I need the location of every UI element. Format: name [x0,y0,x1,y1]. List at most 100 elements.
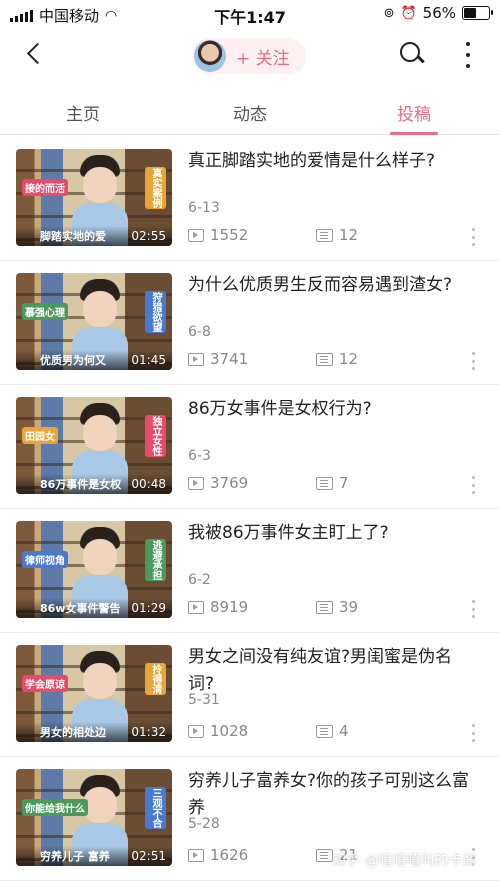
video-title[interactable]: 真正脚踏实地的爱情是什么样子? [188,148,478,175]
thumbnail-tag: 接的而活 [22,179,68,196]
tab-posts[interactable]: 投稿 [364,100,464,125]
comment-count: 7 [316,474,349,492]
video-date: 6-3 [188,448,211,464]
thumbnail-caption: 穷养儿子 富养 [40,850,110,863]
view-count: 1552 [188,226,248,244]
thumbnail-tag: 真实案例 [145,167,166,209]
item-more-icon[interactable] [472,476,476,494]
thumbnail-tag: 田园女 [22,427,58,444]
video-item[interactable]: 律师视角 逃避承担 86w女事件警告 01:29 我被86万事件女主盯上了? 6… [0,508,500,633]
view-count: 1028 [188,722,248,740]
video-title[interactable]: 我被86万事件女主盯上了? [188,520,478,547]
view-count: 3741 [188,350,248,368]
video-item[interactable]: 田园女 独立女性 86万事件是女权 00:48 86万女事件是女权行为? 6-3… [0,384,500,509]
thumbnail-caption: 86万事件是女权 [40,478,122,491]
item-more-icon[interactable] [472,724,476,742]
thumbnail-tag: 你能给我什么 [22,799,88,816]
play-icon [188,848,204,862]
view-count-value: 8919 [210,598,249,616]
video-thumbnail[interactable]: 接的而活 真实案例 脚踏实地的爱 02:55 [16,149,172,246]
thumbnail-tag: 学会原谅 [22,675,68,692]
video-duration: 02:55 [131,229,166,243]
thumbnail-caption: 86w女事件警告 [40,602,121,615]
video-title[interactable]: 男女之间没有纯友谊?男闺蜜是伪名词? [188,644,478,698]
item-more-icon[interactable] [472,600,476,618]
comment-icon [316,476,333,490]
video-duration: 02:51 [131,849,166,863]
watermark: 知乎 @嘻嘻嘻叫的卡酱 [332,853,477,869]
play-icon [188,724,204,738]
alarm-icon: ⏰ [400,5,417,21]
video-date: 5-28 [188,816,220,832]
profile-tabs: 主页 动态 投稿 [0,88,500,135]
item-more-icon[interactable] [472,352,476,370]
comment-count-value: 4 [339,722,349,740]
thumbnail-tag: 三观不合 [145,787,166,829]
thumbnail-tag: 律师视角 [22,551,68,568]
comment-icon [316,352,333,366]
play-icon [188,600,204,614]
video-item[interactable]: 学会原谅 拎得清 男女的相处边 01:32 男女之间没有纯友谊?男闺蜜是伪名词?… [0,632,500,757]
video-date: 6-8 [188,324,211,340]
more-options-icon[interactable] [464,42,472,68]
video-duration: 01:32 [131,725,166,739]
video-title[interactable]: 为什么优质男生反而容易遇到渣女? [188,272,478,299]
rotation-lock-icon: ⊚ [383,5,395,21]
video-thumbnail[interactable]: 律师视角 逃避承担 86w女事件警告 01:29 [16,521,172,618]
comment-count-value: 12 [339,350,359,368]
profile-follow-pill[interactable]: + 关注 [192,38,306,74]
play-icon [188,476,204,490]
video-thumbnail[interactable]: 慕强心理 狩猎欲望 优质男为何又 01:45 [16,273,172,370]
view-count: 3769 [188,474,248,492]
thumbnail-tag: 逃避承担 [145,539,166,581]
view-count: 1626 [188,846,248,864]
video-date: 6-2 [188,572,211,588]
play-icon [188,352,204,366]
comment-icon [316,724,333,738]
thumbnail-tag: 拎得清 [145,663,166,695]
video-date: 6-13 [188,200,220,216]
tab-activity[interactable]: 动态 [200,100,300,125]
battery-icon [462,6,493,20]
comment-count: 39 [316,598,358,616]
view-count-value: 1028 [210,722,249,740]
thumbnail-caption: 脚踏实地的爱 [40,230,106,243]
item-more-icon[interactable] [472,228,476,246]
view-count: 8919 [188,598,248,616]
comment-count: 4 [316,722,349,740]
view-count-value: 1552 [210,226,249,244]
video-thumbnail[interactable]: 你能给我什么 三观不合 穷养儿子 富养 02:51 [16,769,172,866]
active-tab-indicator [390,132,438,135]
back-icon[interactable] [22,40,52,70]
video-title[interactable]: 86万女事件是女权行为? [188,396,478,423]
battery-percent: 56% [422,4,456,22]
video-item[interactable]: 接的而活 真实案例 脚踏实地的爱 02:55 真正脚踏实地的爱情是什么样子? 6… [0,136,500,261]
video-item[interactable]: 慕强心理 狩猎欲望 优质男为何又 01:45 为什么优质男生反而容易遇到渣女? … [0,260,500,385]
video-duration: 01:29 [131,601,166,615]
thumbnail-caption: 优质男为何又 [40,354,106,367]
video-thumbnail[interactable]: 学会原谅 拎得清 男女的相处边 01:32 [16,645,172,742]
status-right: ⊚ ⏰ 56% [383,4,493,22]
video-thumbnail[interactable]: 田园女 独立女性 86万事件是女权 00:48 [16,397,172,494]
thumbnail-caption: 男女的相处边 [40,726,106,739]
comment-count-value: 39 [339,598,359,616]
video-title[interactable]: 穷养儿子富养女?你的孩子可别这么富养 [188,768,478,822]
video-date: 5-31 [188,692,220,708]
comment-count: 12 [316,226,358,244]
video-duration: 00:48 [131,477,166,491]
follow-button[interactable]: + 关注 [236,44,290,69]
comment-count: 12 [316,350,358,368]
thumbnail-tag: 狩猎欲望 [145,291,166,333]
tab-home[interactable]: 主页 [33,100,133,125]
battery-fill [464,8,476,18]
avatar[interactable] [194,40,226,72]
comment-icon [316,600,333,614]
thumbnail-tag: 独立女性 [145,415,166,457]
comment-icon [316,228,333,242]
search-icon[interactable] [400,42,422,64]
comment-count-value: 7 [339,474,349,492]
view-count-value: 3741 [210,350,249,368]
view-count-value: 1626 [210,846,249,864]
video-duration: 01:45 [131,353,166,367]
nav-bar: + 关注 [0,30,500,84]
